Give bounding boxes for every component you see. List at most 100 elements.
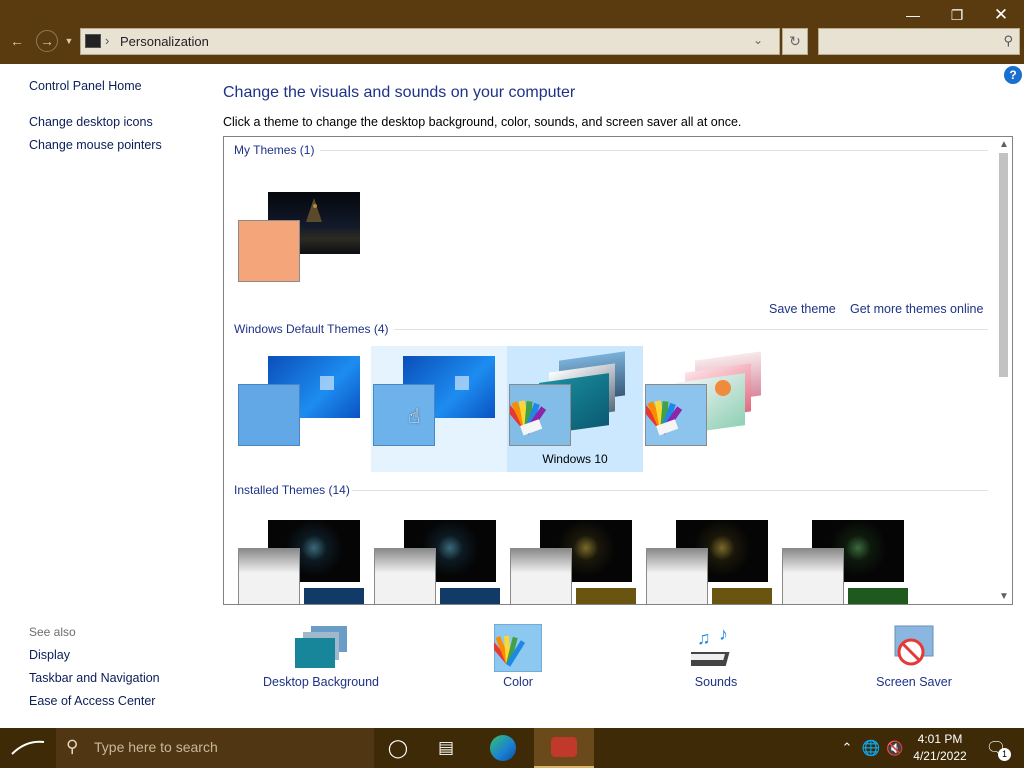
scroll-up-icon[interactable]: ▲ (999, 139, 1009, 150)
cortana-button[interactable]: ◯ (374, 728, 422, 768)
minimize-button[interactable]: — (890, 0, 936, 30)
my-theme-tile[interactable] (236, 182, 372, 308)
sidebar-link-change-desktop-icons[interactable]: Change desktop icons (29, 115, 153, 129)
theme-color-swatch (238, 220, 300, 282)
help-icon[interactable]: ? (1004, 66, 1022, 84)
title-bar: — ❐ ✕ ← → ▼ › Personalization ⌄ ↻ ⚲ (0, 0, 1024, 64)
refresh-icon: ↻ (789, 33, 801, 49)
screen-saver-label[interactable]: Screen Saver (876, 675, 952, 689)
control-panel-taskbar-button[interactable] (534, 728, 594, 768)
theme-tile-windows[interactable] (236, 346, 372, 472)
installed-theme-tile[interactable] (644, 510, 780, 604)
close-icon: ✕ (993, 5, 1009, 24)
windows-logo-icon (320, 376, 334, 390)
installed-theme-tile[interactable] (372, 510, 508, 604)
color-fan-icon (504, 400, 547, 436)
start-button[interactable] (2, 728, 54, 768)
theme-tile-flowers[interactable] (640, 346, 779, 472)
edge-icon (490, 735, 516, 761)
back-button[interactable]: ← (6, 30, 28, 52)
group-divider (352, 490, 988, 491)
asus-logo-preview (712, 588, 772, 604)
system-clock[interactable]: 4:01 PM 4/21/2022 (904, 731, 976, 765)
see-also-taskbar-navigation[interactable]: Taskbar and Navigation (29, 671, 160, 685)
installed-theme-tile[interactable] (236, 510, 372, 604)
theme-color-swatch (510, 548, 572, 604)
search-input[interactable]: ⚲ (818, 28, 1020, 55)
edge-button[interactable] (479, 728, 527, 768)
task-view-icon: ▤ (437, 738, 455, 757)
asus-logo-preview (848, 588, 908, 604)
start-logo-icon (11, 740, 45, 755)
page-subtitle: Click a theme to change the desktop back… (223, 115, 742, 129)
notification-center-button[interactable]: 🗨 1 (978, 728, 1014, 768)
taskbar: ⚲ Type here to search ◯ ▤ ⌃ 🌐 🔇 4:01 PM … (0, 728, 1024, 768)
asus-logo-preview (440, 588, 500, 604)
task-view-button[interactable]: ▤ (422, 728, 470, 768)
sounds-label[interactable]: Sounds (686, 675, 746, 689)
theme-tile-windows-light[interactable]: Windows (light) ☝ (371, 346, 507, 472)
theme-color-swatch (504, 384, 571, 446)
get-more-themes-link[interactable]: Get more themes online (850, 302, 983, 316)
chevron-up-icon: ⌃ (841, 740, 853, 755)
sounds-button[interactable]: ♫ ♪ Sounds (683, 624, 746, 689)
address-breadcrumb[interactable]: Personalization (120, 34, 209, 49)
svg-text:♫: ♫ (697, 628, 711, 648)
see-also-ease-of-access[interactable]: Ease of Access Center (29, 694, 155, 708)
address-dropdown-icon[interactable]: ⌄ (753, 33, 763, 47)
page-title: Change the visuals and sounds on your co… (223, 84, 576, 101)
restore-button[interactable]: ❐ (934, 0, 980, 30)
theme-color-swatch (640, 384, 707, 446)
forward-button[interactable]: → (36, 30, 58, 52)
asus-logo-preview (576, 588, 636, 604)
close-button[interactable]: ✕ (978, 0, 1024, 30)
sidebar-link-control-panel-home[interactable]: Control Panel Home (29, 79, 142, 93)
sidebar-link-change-mouse-pointers[interactable]: Change mouse pointers (29, 138, 162, 152)
see-also-label: See also (29, 625, 76, 639)
chevron-down-icon: ▼ (64, 36, 74, 46)
recent-locations-button[interactable]: ▼ (62, 30, 76, 52)
cortana-icon: ◯ (387, 737, 409, 758)
theme-color-swatch (646, 548, 708, 604)
theme-color-swatch (782, 548, 844, 604)
windows-logo-icon (455, 376, 469, 390)
theme-tile-windows-10[interactable]: Windows 10 (504, 346, 643, 472)
save-theme-link[interactable]: Save theme (769, 302, 836, 316)
network-icon[interactable]: 🌐 (860, 728, 882, 768)
theme-color-swatch (373, 384, 435, 446)
screen-saver-icon (894, 625, 934, 666)
minimize-icon: — (906, 7, 920, 23)
taskbar-search-box[interactable]: ⚲ Type here to search (56, 728, 374, 768)
address-bar[interactable]: › Personalization ⌄ (80, 28, 780, 55)
show-hidden-icons-button[interactable]: ⌃ (836, 728, 858, 768)
color-button[interactable]: Color (488, 623, 548, 689)
refresh-button[interactable]: ↻ (782, 28, 808, 55)
scroll-down-icon[interactable]: ▼ (999, 591, 1009, 602)
svg-text:♪: ♪ (719, 624, 728, 644)
notification-count-badge: 1 (998, 748, 1011, 761)
search-icon: ⚲ (1003, 33, 1013, 48)
installed-theme-tile[interactable] (780, 510, 916, 604)
theme-name: Windows 10 (542, 452, 608, 466)
desktop-background-button[interactable]: Desktop Background (262, 624, 380, 689)
themes-list[interactable]: My Themes (1) Save theme Get more themes… (223, 136, 1013, 605)
desktop-background-label[interactable]: Desktop Background (262, 675, 380, 689)
themes-scrollbar[interactable]: ▲ ▼ (995, 137, 1012, 604)
see-also-display[interactable]: Display (29, 648, 70, 662)
taskbar-search-placeholder[interactable]: Type here to search (94, 739, 218, 755)
restore-icon: ❐ (950, 6, 964, 23)
theme-name: Windows (light) (397, 452, 481, 466)
desktop-background-icon (295, 626, 347, 668)
installed-theme-tile[interactable] (508, 510, 644, 604)
volume-muted-icon[interactable]: 🔇 (884, 728, 906, 768)
color-label[interactable]: Color (488, 675, 548, 689)
group-divider (320, 150, 988, 151)
scrollbar-thumb[interactable] (999, 153, 1008, 377)
control-panel-icon (85, 34, 101, 48)
personalization-app-icon (551, 737, 577, 757)
arrow-left-icon: ← (10, 33, 24, 49)
screen-saver-button[interactable]: Screen Saver (876, 624, 952, 689)
color-fan-icon (640, 400, 683, 436)
theme-color-swatch (238, 548, 300, 604)
mouse-cursor-hand-icon: ☝ (408, 406, 421, 428)
